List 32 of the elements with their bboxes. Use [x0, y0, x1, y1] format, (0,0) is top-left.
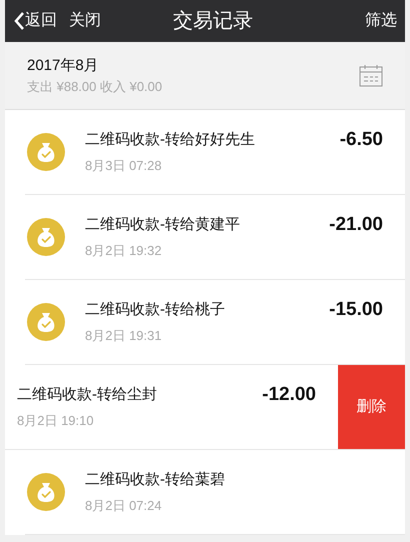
transaction-row[interactable]: 二维码收款-转给黄建平 8月2日 19:32 -21.00: [25, 195, 405, 280]
transaction-time: 8月2日 19:10: [17, 412, 95, 430]
back-button[interactable]: 返回: [13, 9, 57, 33]
calendar-icon[interactable]: [359, 64, 383, 88]
close-button[interactable]: 关闭: [69, 9, 101, 33]
transaction-name: 二维码收款-转给尘封: [17, 384, 158, 404]
transaction-name: 二维码收款-转给葉碧: [85, 470, 226, 490]
totals-text: 支出 ¥88.00 收入 ¥0.00: [27, 78, 162, 96]
transaction-row[interactable]: 二维码收款-转给好好先生 8月3日 07:28 -6.50: [25, 110, 405, 195]
transaction-name: 二维码收款-转给好好先生: [85, 130, 256, 150]
transaction-time: 8月2日 19:31: [85, 327, 163, 345]
delete-button[interactable]: 删除: [338, 365, 405, 449]
month-label: 2017年8月: [27, 56, 100, 76]
chevron-left-icon: [13, 11, 25, 31]
transaction-amount: -12.00: [262, 383, 316, 407]
transaction-name: 二维码收款-转给黄建平: [85, 214, 241, 234]
filter-button[interactable]: 筛选: [365, 9, 397, 33]
transaction-time: 8月3日 07:28: [85, 157, 163, 175]
money-bag-icon: [27, 218, 65, 256]
transaction-time: 8月2日 07:24: [85, 497, 163, 515]
transaction-time: 8月2日 19:32: [85, 242, 163, 260]
transaction-name: 二维码收款-转给桃子: [85, 300, 226, 320]
page-title: 交易记录: [172, 9, 254, 34]
money-bag-icon: [27, 473, 65, 511]
money-bag-icon: [27, 303, 65, 341]
transaction-row[interactable]: 二维码收款-转给尘封 8月2日 19:10 -12.00 删除: [5, 365, 405, 450]
transaction-amount: -6.50: [340, 128, 383, 152]
transaction-row[interactable]: 二维码收款-转给桃子 8月2日 19:31 -15.00: [25, 280, 405, 365]
money-bag-icon: [27, 133, 65, 171]
transaction-amount: -15.00: [329, 298, 383, 322]
transaction-row[interactable]: 二维码收款-转给葉碧 8月2日 07:24: [25, 450, 405, 535]
transaction-amount: -21.00: [329, 213, 383, 237]
